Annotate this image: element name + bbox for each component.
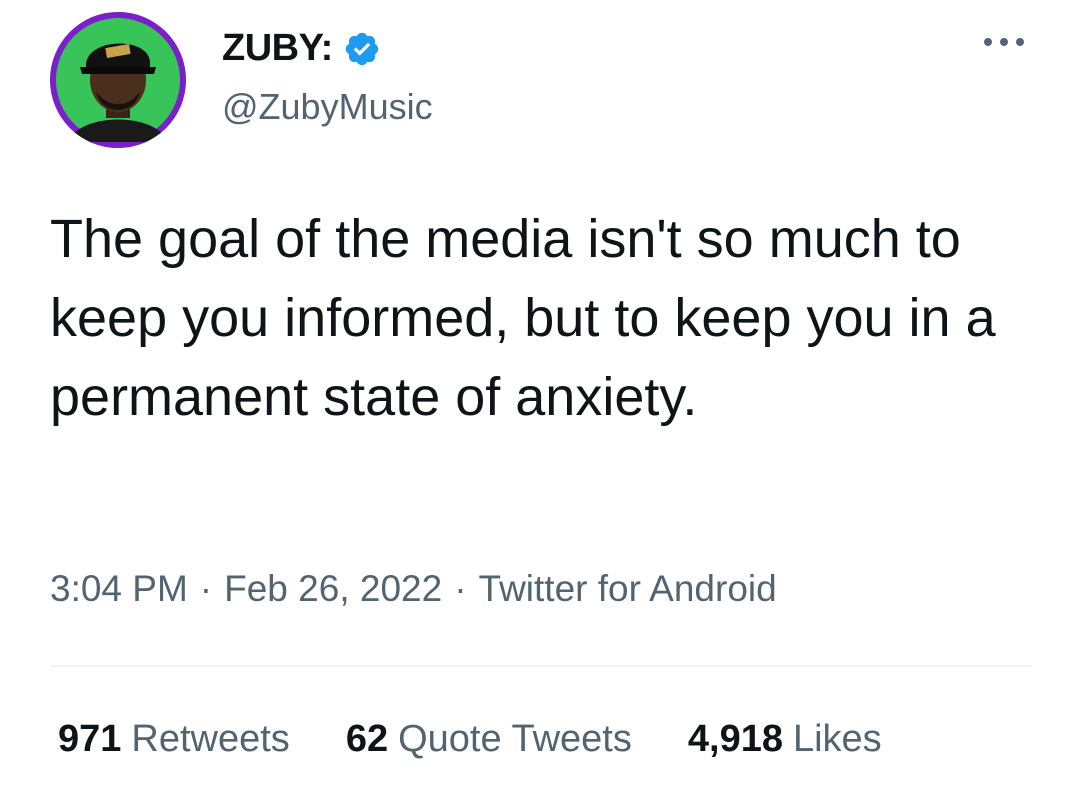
retweets-count: 971 xyxy=(58,718,122,760)
display-name[interactable]: ZUBY: xyxy=(222,27,381,70)
quote-tweets-label: Quote Tweets xyxy=(398,718,632,760)
quote-tweets-stat[interactable]: 62 Quote Tweets xyxy=(346,718,632,761)
handle[interactable]: @ZubyMusic xyxy=(222,86,433,128)
verified-badge-icon xyxy=(343,30,381,68)
display-name-text: ZUBY: xyxy=(222,27,333,69)
meta-separator: · xyxy=(454,568,467,609)
likes-label: Likes xyxy=(792,718,882,760)
divider xyxy=(50,665,1032,667)
engagement-stats: 971 Retweets 62 Quote Tweets 4,918 Likes xyxy=(58,718,882,761)
avatar-image xyxy=(50,12,186,148)
meta-separator: · xyxy=(199,568,213,609)
tweet-time[interactable]: 3:04 PM xyxy=(50,568,188,609)
tweet-meta: 3:04 PM · Feb 26, 2022 · Twitter for Android xyxy=(50,568,777,610)
avatar[interactable] xyxy=(50,12,186,148)
tweet-date[interactable]: Feb 26, 2022 xyxy=(224,568,442,609)
likes-stat[interactable]: 4,918 Likes xyxy=(688,718,882,761)
quote-tweets-count: 62 xyxy=(345,718,389,760)
tweet-text: The goal of the media isn't so much to k… xyxy=(50,209,996,427)
tweet-source[interactable]: Twitter for Android xyxy=(479,568,777,609)
more-options-icon[interactable] xyxy=(980,30,1028,54)
likes-count: 4,918 xyxy=(687,718,783,760)
retweets-label: Retweets xyxy=(131,718,290,760)
retweets-stat[interactable]: 971 Retweets xyxy=(58,718,290,761)
